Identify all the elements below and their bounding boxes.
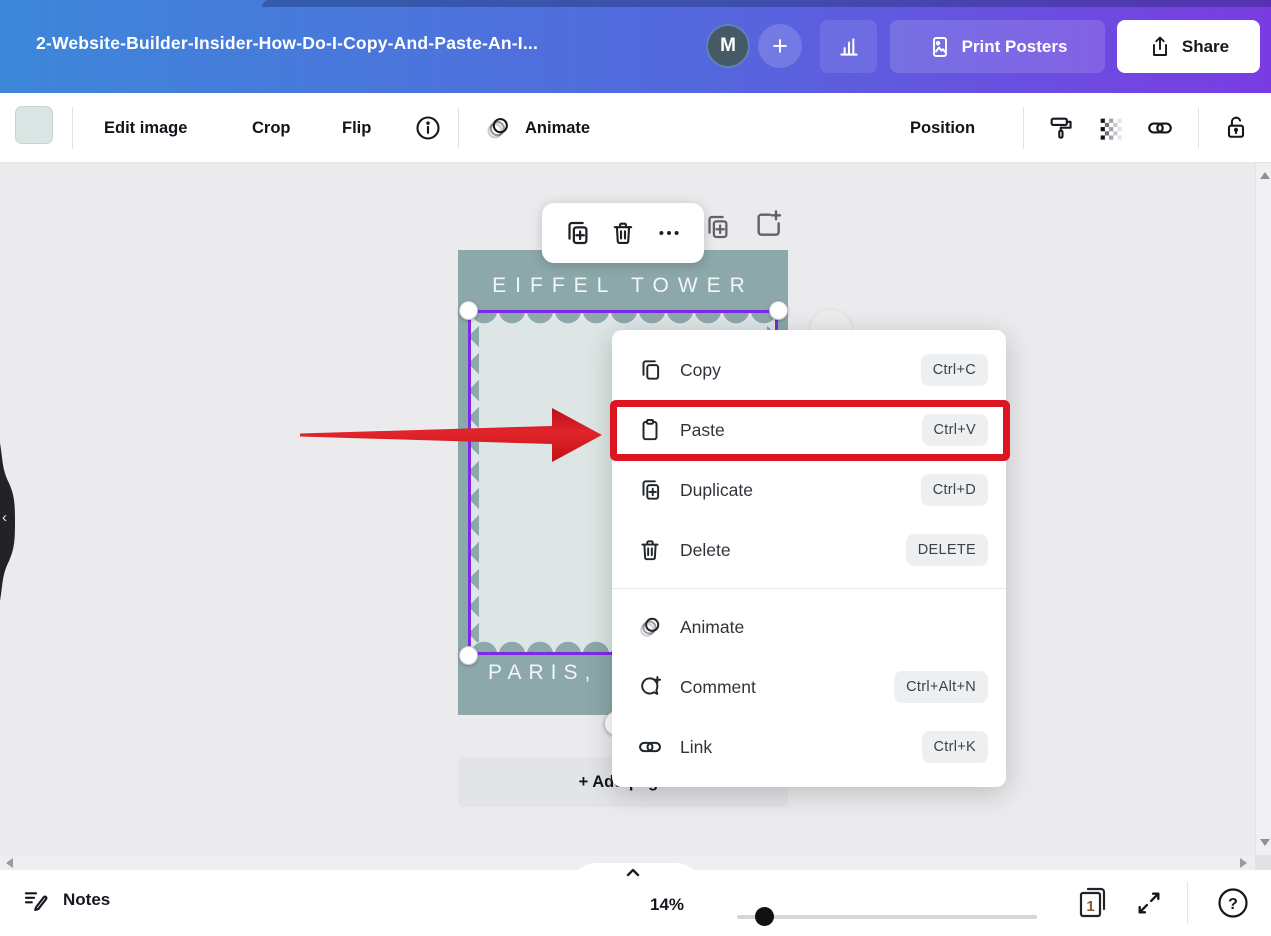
edit-image-button[interactable]: Edit image xyxy=(104,93,187,163)
scroll-right-arrow[interactable] xyxy=(1240,858,1247,868)
link-icon xyxy=(637,734,663,760)
collapse-footer-tab[interactable] xyxy=(560,862,712,879)
shortcut-badge: Ctrl+D xyxy=(921,474,988,506)
header-bar: 2-Website-Builder-Insider-How-Do-I-Copy-… xyxy=(0,0,1271,93)
selection-handle-bottom-left[interactable] xyxy=(459,646,478,665)
comment-icon xyxy=(637,674,663,700)
scrollbar-corner xyxy=(1255,855,1271,870)
scroll-left-arrow[interactable] xyxy=(6,858,13,868)
add-page-icon[interactable] xyxy=(751,207,785,241)
flip-button[interactable]: Flip xyxy=(342,93,371,163)
poster-image-icon xyxy=(928,35,952,59)
scallop-border-top xyxy=(470,310,776,324)
copy-icon xyxy=(637,357,663,383)
triangle-border-left xyxy=(468,323,479,642)
more-options-icon[interactable] xyxy=(652,216,686,250)
shortcut-badge: Ctrl+K xyxy=(922,731,989,763)
context-menu: Copy Ctrl+C Paste Ctrl+V xyxy=(612,330,1006,787)
divider xyxy=(1187,882,1188,924)
vertical-scrollbar[interactable] xyxy=(1255,163,1271,855)
document-title[interactable]: 2-Website-Builder-Insider-How-Do-I-Copy-… xyxy=(36,33,538,54)
duplicate-page-icon[interactable] xyxy=(700,210,734,244)
menu-divider xyxy=(612,588,1006,589)
menu-item-link[interactable]: Link Ctrl+K xyxy=(612,717,1006,777)
element-toolbar xyxy=(542,203,704,263)
canva-editor: 2-Website-Builder-Insider-How-Do-I-Copy-… xyxy=(0,0,1271,936)
bar-chart-icon xyxy=(836,34,862,60)
paste-icon xyxy=(637,417,663,443)
insights-button[interactable] xyxy=(820,20,877,73)
trash-icon xyxy=(637,537,663,563)
notes-icon xyxy=(22,886,49,913)
poster-title-text: EIFFEL TOWER xyxy=(458,274,788,298)
divider xyxy=(458,107,459,149)
transparency-icon[interactable] xyxy=(1090,108,1130,148)
chevron-left-icon: ‹ xyxy=(2,509,7,526)
selection-handle-top-right[interactable] xyxy=(769,301,788,320)
sidebar-expand-tab[interactable]: ‹ xyxy=(0,443,18,601)
chevron-up-icon xyxy=(626,868,640,877)
divider xyxy=(1198,107,1199,149)
info-icon[interactable] xyxy=(408,108,448,148)
menu-item-paste[interactable]: Paste Ctrl+V xyxy=(612,400,1006,460)
design-canvas: ‹ EIFFEL TOWER PARIS, xyxy=(0,163,1271,855)
footer-bar: Notes 14% 1 ? xyxy=(0,870,1271,936)
zoom-slider-thumb[interactable] xyxy=(755,907,774,926)
page-number: 1 xyxy=(1086,898,1094,915)
divider xyxy=(1023,107,1024,149)
notes-button[interactable]: Notes xyxy=(22,886,110,913)
help-icon[interactable]: ? xyxy=(1214,884,1252,922)
position-button[interactable]: Position xyxy=(910,93,975,163)
duplicate-icon xyxy=(637,477,663,503)
shortcut-badge: Ctrl+C xyxy=(921,354,988,386)
menu-item-animate[interactable]: Animate xyxy=(612,597,1006,657)
context-toolbar: Edit image Crop Flip Animate Position xyxy=(0,93,1271,163)
zoom-level[interactable]: 14% xyxy=(650,895,684,915)
color-swatch[interactable] xyxy=(15,106,53,144)
poster-caption-text: PARIS, xyxy=(488,661,597,685)
duplicate-icon[interactable] xyxy=(560,216,594,250)
print-posters-label: Print Posters xyxy=(962,37,1068,57)
add-member-button[interactable]: + xyxy=(758,24,802,68)
copy-style-roller-icon[interactable] xyxy=(1041,108,1081,148)
shortcut-badge: Ctrl+Alt+N xyxy=(894,671,988,703)
animate-icon[interactable] xyxy=(478,108,518,148)
scroll-up-arrow[interactable] xyxy=(1260,172,1270,179)
link-icon[interactable] xyxy=(1140,108,1180,148)
share-label: Share xyxy=(1182,37,1229,57)
notes-label: Notes xyxy=(63,890,110,910)
trash-icon[interactable] xyxy=(606,216,640,250)
shortcut-badge: DELETE xyxy=(906,534,988,566)
zoom-slider[interactable] xyxy=(737,915,1037,919)
pages-button[interactable]: 1 xyxy=(1072,884,1116,922)
animate-button[interactable]: Animate xyxy=(525,93,590,163)
animate-icon xyxy=(637,614,663,640)
svg-text:?: ? xyxy=(1228,896,1238,913)
lock-icon[interactable] xyxy=(1216,108,1256,148)
menu-item-duplicate[interactable]: Duplicate Ctrl+D xyxy=(612,460,1006,520)
share-upload-icon xyxy=(1148,35,1172,59)
avatar[interactable]: M xyxy=(706,24,750,68)
plus-icon: + xyxy=(772,31,788,62)
scroll-down-arrow[interactable] xyxy=(1260,839,1270,846)
divider xyxy=(72,107,73,149)
selection-handle-top-left[interactable] xyxy=(459,301,478,320)
print-posters-button[interactable]: Print Posters xyxy=(890,20,1105,73)
menu-item-delete[interactable]: Delete DELETE xyxy=(612,520,1006,580)
menu-item-comment[interactable]: Comment Ctrl+Alt+N xyxy=(612,657,1006,717)
avatar-initial: M xyxy=(720,35,736,57)
shortcut-badge: Ctrl+V xyxy=(922,414,989,446)
fullscreen-icon[interactable] xyxy=(1133,888,1165,918)
share-button[interactable]: Share xyxy=(1117,20,1260,73)
window-top-edge xyxy=(262,0,1271,7)
menu-item-copy[interactable]: Copy Ctrl+C xyxy=(612,340,1006,400)
crop-button[interactable]: Crop xyxy=(252,93,291,163)
